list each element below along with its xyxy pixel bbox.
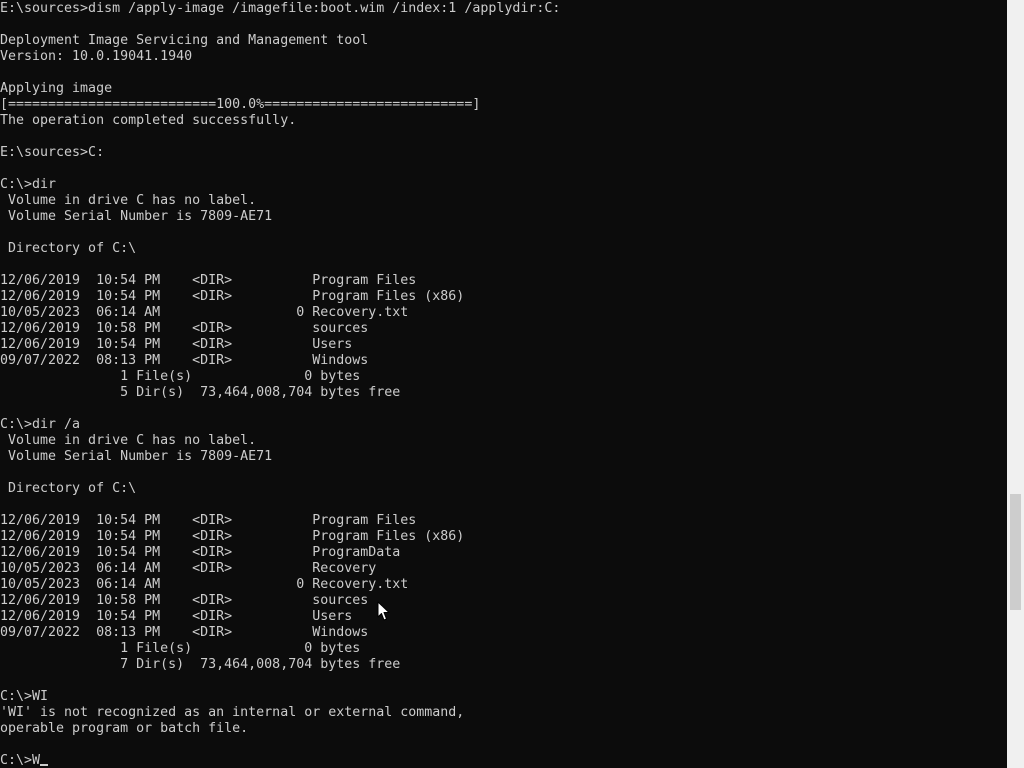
console-line: Volume in drive C has no label. [0,193,257,208]
console-output: E:\sources>dism /apply-image /imagefile:… [0,1,560,768]
console-line: Volume Serial Number is 7809-AE71 [0,449,273,464]
console-line: 5 Dir(s) 73,464,008,704 bytes free [0,385,401,400]
console-line: 1 File(s) 0 bytes [0,641,361,656]
console-line: [==========================100.0%=======… [0,97,481,112]
console-line: 09/07/2022 08:13 PM <DIR> Windows [0,625,369,640]
console-line: Directory of C:\ [0,481,137,496]
console-line: 09/07/2022 08:13 PM <DIR> Windows [0,353,369,368]
console-line: E:\sources>C: [0,145,105,160]
console-line: 1 File(s) 0 bytes [0,369,361,384]
console-line: Volume in drive C has no label. [0,433,257,448]
console-line: 10/05/2023 06:14 AM <DIR> Recovery [0,561,377,576]
console-line: Volume Serial Number is 7809-AE71 [0,209,273,224]
console-line: 12/06/2019 10:54 PM <DIR> Program Files … [0,529,465,544]
console-line: The operation completed successfully. [0,113,297,128]
console-line: 12/06/2019 10:58 PM <DIR> sources [0,593,369,608]
vertical-scrollbar[interactable] [1007,0,1024,768]
command-input-line[interactable]: C:\>W [0,753,560,768]
console-line: 12/06/2019 10:54 PM <DIR> Users [0,337,353,352]
console-line: operable program or batch file. [0,721,249,736]
console-line: Directory of C:\ [0,241,137,256]
console-line: 12/06/2019 10:54 PM <DIR> Program Files … [0,289,465,304]
command-input-text[interactable]: W [32,753,40,768]
console-line: C:\>dir /a [0,417,81,432]
command-prompt: C:\> [0,753,33,768]
console-line: E:\sources>dism /apply-image /imagefile:… [0,1,561,16]
console-line: 12/06/2019 10:54 PM <DIR> ProgramData [0,545,401,560]
console-line: Version: 10.0.19041.1940 [0,49,193,64]
console-line: 12/06/2019 10:58 PM <DIR> sources [0,321,369,336]
console-line: 10/05/2023 06:14 AM 0 Recovery.txt [0,577,409,592]
scrollbar-thumb[interactable] [1010,494,1021,610]
text-cursor [40,764,49,766]
console-line: Applying image [0,81,113,96]
console-line: C:\>WI [0,689,49,704]
console-line: 10/05/2023 06:14 AM 0 Recovery.txt [0,305,409,320]
console-line: Deployment Image Servicing and Managemen… [0,33,369,48]
console-line: 12/06/2019 10:54 PM <DIR> Users [0,609,353,624]
console-line: 7 Dir(s) 73,464,008,704 bytes free [0,657,401,672]
console-line: 12/06/2019 10:54 PM <DIR> Program Files [0,273,417,288]
console-window[interactable]: E:\sources>dism /apply-image /imagefile:… [0,0,1007,768]
console-line: 12/06/2019 10:54 PM <DIR> Program Files [0,513,417,528]
console-line: C:\>dir [0,177,57,192]
console-line: 'WI' is not recognized as an internal or… [0,705,465,720]
